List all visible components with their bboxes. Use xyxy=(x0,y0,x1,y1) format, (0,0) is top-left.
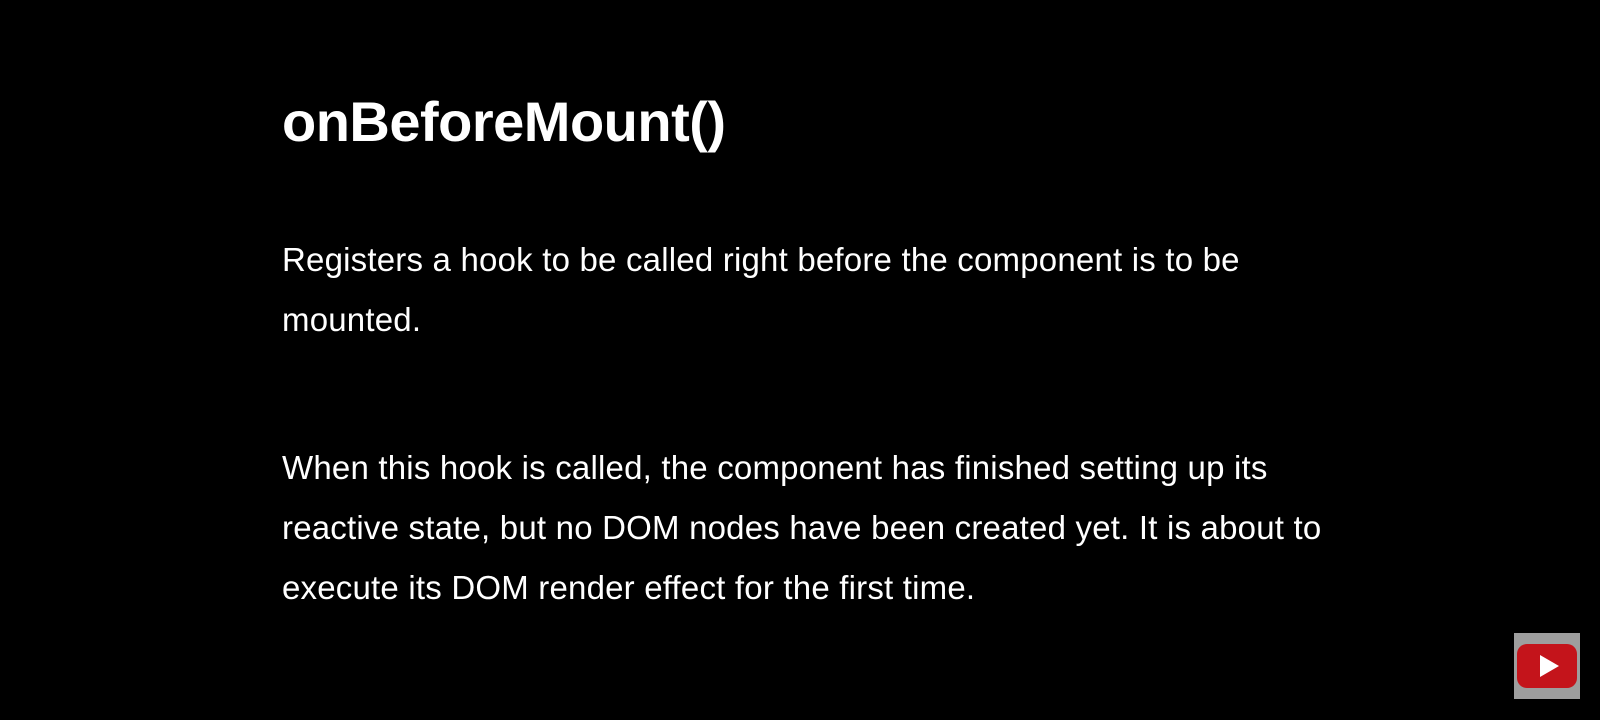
description-paragraph: Registers a hook to be called right befo… xyxy=(282,241,1240,338)
youtube-icon xyxy=(1517,644,1577,688)
details-paragraph: When this hook is called, the component … xyxy=(282,449,1322,606)
slide-title: onBeforeMount() xyxy=(282,90,726,153)
slide: onBeforeMount() Registers a hook to be c… xyxy=(0,0,1600,720)
youtube-button[interactable] xyxy=(1514,633,1580,699)
slide-content: onBeforeMount() Registers a hook to be c… xyxy=(282,78,1362,618)
